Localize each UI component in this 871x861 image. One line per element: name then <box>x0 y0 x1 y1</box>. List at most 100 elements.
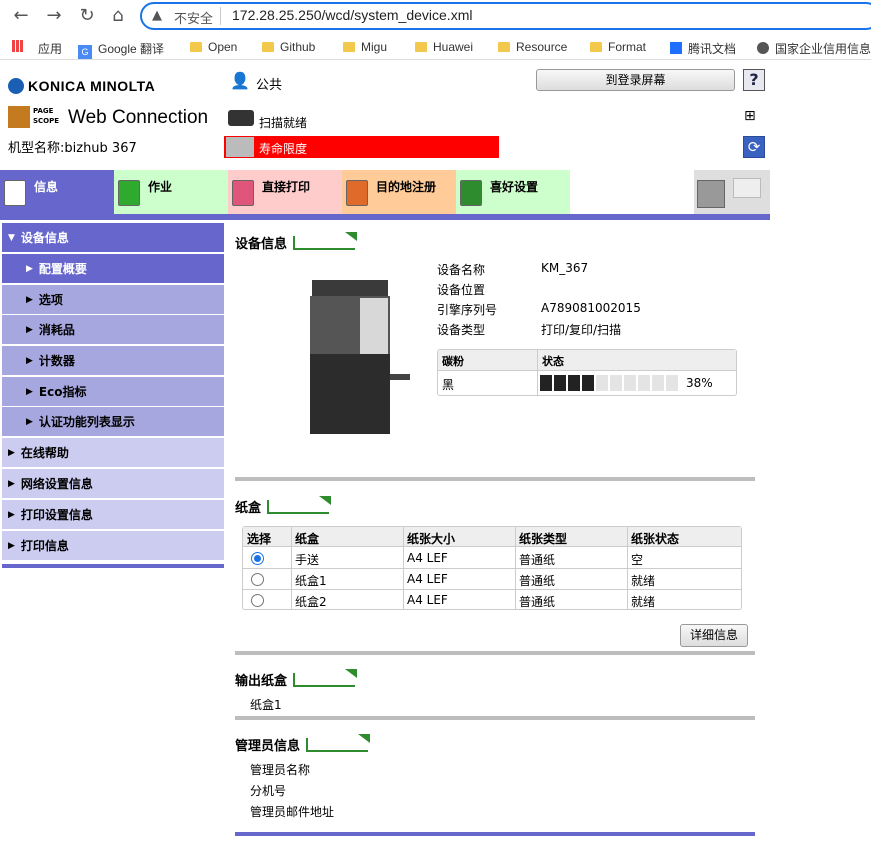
engine-serial-value: A789081002015 <box>541 301 641 315</box>
tab-info[interactable]: 信息 <box>0 170 114 214</box>
table-row-cell: 空 <box>631 553 644 567</box>
col-tray: 纸盒 <box>295 532 320 546</box>
toner-segment <box>652 375 664 391</box>
tab-direct-print[interactable]: 直接打印 <box>228 170 342 214</box>
sidebar-item-print-settings[interactable]: ▶ 打印设置信息 <box>2 500 224 530</box>
col-paper-size: 纸张大小 <box>407 532 456 546</box>
toner-segment <box>582 375 594 391</box>
forward-icon[interactable]: → <box>43 5 65 27</box>
user-icon: 👤 <box>230 71 250 90</box>
sidebar-item-eco[interactable]: ▶ Eco指标 <box>2 377 224 407</box>
admin-extension-label: 分机号 <box>250 784 287 798</box>
scan-status: 扫描就绪 <box>259 116 308 130</box>
table-row-cell: 纸盒2 <box>295 595 327 609</box>
bookmark-google-translate[interactable]: G Google 翻译 <box>78 40 164 59</box>
engine-serial-label: 引擎序列号 <box>437 303 498 317</box>
brand-logo: KONICA MINOLTA <box>8 78 155 94</box>
device-name-label: 设备名称 <box>437 263 486 277</box>
table-row-cell: A4 LEF <box>407 551 448 565</box>
job-icon <box>118 180 140 206</box>
tray-radio-tray1[interactable] <box>251 573 264 586</box>
tray-table: 选择 纸盒 纸张大小 纸张类型 纸张状态 手送 A4 LEF 普通纸 空 纸盒1… <box>242 526 742 610</box>
toner-segment <box>610 375 622 391</box>
insecure-label: 不安全 <box>174 11 214 26</box>
product-title: Web Connection <box>68 107 209 128</box>
sidebar-item-device-info[interactable]: ▼ 设备信息 <box>2 223 224 253</box>
maintenance-icon[interactable] <box>697 180 725 208</box>
direct-print-icon <box>232 180 254 206</box>
sidebar-item-config-summary[interactable]: ▶ 配置概要 <box>2 254 224 284</box>
device-location-label: 设备位置 <box>437 283 486 297</box>
help-icon[interactable]: ? <box>743 69 765 91</box>
detail-info-button[interactable]: 详细信息 <box>680 624 748 647</box>
sidebar-item-print-info[interactable]: ▶ 打印信息 <box>2 531 224 561</box>
tab-address-registration[interactable]: 目的地注册 <box>342 170 456 214</box>
toner-header: 碳粉 <box>442 355 464 368</box>
toner-table: 碳粉 状态 黑 38% <box>437 349 737 396</box>
url-text: 172.28.25.250/wcd/system_device.xml <box>232 7 473 23</box>
apps-icon[interactable] <box>12 40 24 56</box>
section-deco-icon <box>306 738 369 752</box>
tray-radio-tray2[interactable] <box>251 594 264 607</box>
sidebar-item-network-settings[interactable]: ▶ 网络设置信息 <box>2 469 224 499</box>
admin-email-label: 管理员邮件地址 <box>250 805 335 819</box>
status-header: 状态 <box>542 355 564 368</box>
bookmark-migu[interactable]: Migu <box>343 40 387 56</box>
device-type-label: 设备类型 <box>437 323 486 337</box>
bookmark-open[interactable]: Open <box>190 40 237 56</box>
table-row-cell: 普通纸 <box>519 553 556 567</box>
bookmark-resource[interactable]: Resource <box>498 40 567 56</box>
admin-info-heading: 管理员信息 <box>235 735 369 754</box>
refresh-icon[interactable]: ⟳ <box>743 136 765 158</box>
panel-icon[interactable] <box>733 178 761 198</box>
alert-text: 寿命限度 <box>259 142 308 156</box>
tray-radio-bypass[interactable] <box>251 552 264 565</box>
back-icon[interactable]: ← <box>10 5 32 27</box>
scanner-icon <box>228 110 254 126</box>
bookmark-format[interactable]: Format <box>590 40 646 56</box>
sidebar-item-options[interactable]: ▶ 选项 <box>2 285 224 315</box>
sidebar-item-auth-list[interactable]: ▶ 认证功能列表显示 <box>2 407 224 437</box>
toner-segment <box>624 375 636 391</box>
pagescope-label: PAGE SCOPE <box>33 107 60 125</box>
section-deco-icon <box>293 236 356 250</box>
bookmark-tencent-docs[interactable]: 腾讯文档 <box>670 40 736 56</box>
tray-heading: 纸盒 <box>235 497 330 516</box>
section-divider <box>235 477 755 481</box>
bookmark-huawei[interactable]: Huawei <box>415 40 473 56</box>
section-deco-icon <box>267 500 330 514</box>
table-row-cell: A4 LEF <box>407 593 448 607</box>
tab-jobs[interactable]: 作业 <box>114 170 228 214</box>
col-paper-type: 纸张类型 <box>519 532 568 546</box>
reload-icon[interactable]: ↻ <box>76 5 98 27</box>
printer-image <box>310 280 410 442</box>
output-tray-value: 纸盒1 <box>250 698 282 712</box>
table-row-cell: 普通纸 <box>519 574 556 588</box>
home-icon[interactable]: ⌂ <box>107 5 129 27</box>
device-name-value: KM_367 <box>541 261 589 275</box>
login-screen-button[interactable]: 到登录屏幕 <box>536 69 735 91</box>
sidebar-item-counter[interactable]: ▶ 计数器 <box>2 346 224 376</box>
toner-color: 黑 <box>442 378 455 392</box>
table-row-cell: 普通纸 <box>519 595 556 609</box>
url-divider <box>220 7 221 25</box>
sidebar-item-online-help[interactable]: ▶ 在线帮助 <box>2 438 224 468</box>
table-row-cell: A4 LEF <box>407 572 448 586</box>
page-bottom-line <box>235 832 755 836</box>
pagescope-logo-icon <box>8 106 30 128</box>
table-row-cell: 就绪 <box>631 574 656 588</box>
bookmark-apps[interactable]: 应用 <box>38 40 62 56</box>
bookmark-github[interactable]: Github <box>262 40 315 56</box>
address-bar[interactable]: ▲ 不安全 172.28.25.250/wcd/system_device.xm… <box>140 2 871 30</box>
sidebar-item-consumables[interactable]: ▶ 消耗品 <box>2 315 224 345</box>
tab-preferences[interactable]: 喜好设置 <box>456 170 570 214</box>
device-info-heading: 设备信息 <box>235 233 356 252</box>
toner-segment <box>666 375 678 391</box>
section-deco-icon <box>293 673 356 687</box>
printer-alert-icon <box>226 137 254 157</box>
tab-underline <box>0 214 770 220</box>
preferences-icon <box>460 180 482 206</box>
network-icon: ⊞ <box>744 108 756 124</box>
bookmark-credit[interactable]: 国家企业信用信息 <box>757 40 871 56</box>
user-name: 公共 <box>256 78 283 93</box>
